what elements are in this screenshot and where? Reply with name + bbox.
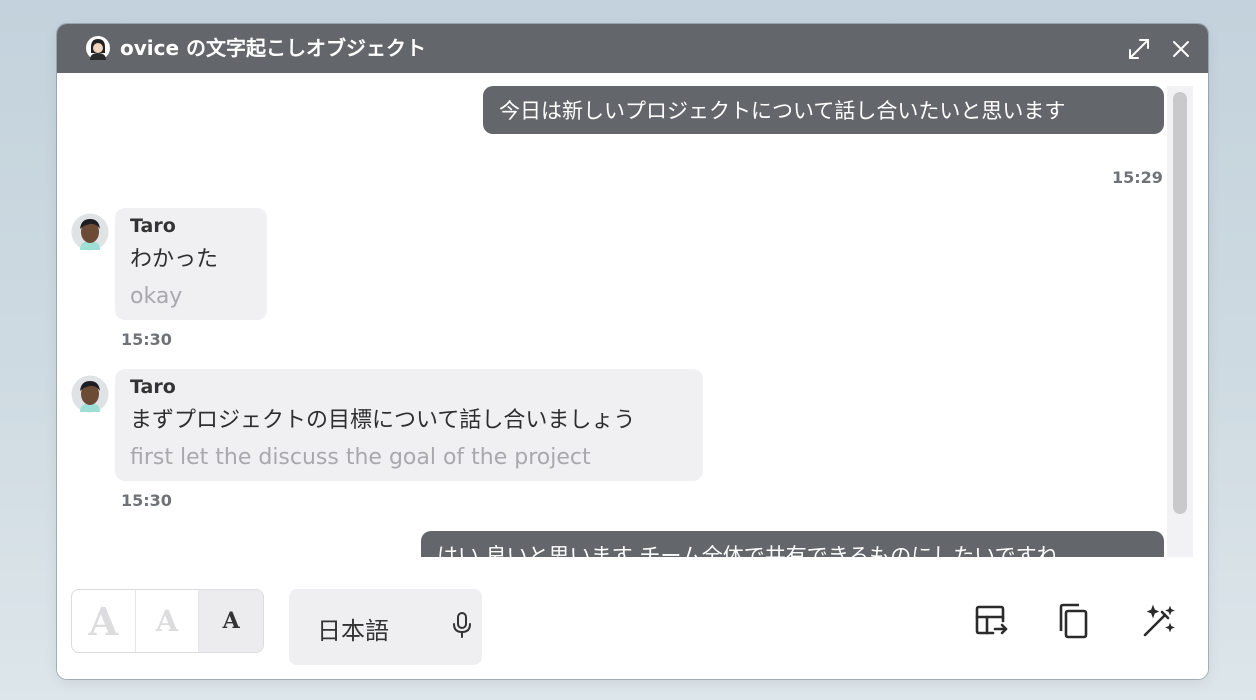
sender-name: Taro — [130, 215, 176, 237]
sender-avatar-icon — [71, 375, 109, 413]
sender-avatar-icon — [71, 213, 109, 251]
table-export-icon[interactable] — [973, 603, 1009, 639]
language-selector[interactable]: 日本語 — [289, 589, 482, 665]
sender-name: Taro — [130, 376, 176, 398]
outgoing-message: 今日は新しいプロジェクトについて話し合いたいと思います — [483, 86, 1164, 134]
message-text: 今日は新しいプロジェクトについて話し合いたいと思います — [499, 99, 1066, 123]
bottom-toolbar: A A A 日本語 — [57, 557, 1208, 679]
font-size-large-button[interactable]: A — [72, 590, 136, 652]
magic-wand-icon[interactable] — [1141, 603, 1177, 639]
message-time: 15:30 — [121, 330, 172, 349]
message-text: はい 良いと思います チーム全体で共有できるものにしたいですね — [437, 544, 1058, 557]
microphone-icon[interactable] — [452, 611, 472, 639]
message-time: 15:30 — [121, 491, 172, 510]
language-label: 日本語 — [317, 617, 389, 645]
scrollbar-thumb[interactable] — [1173, 92, 1187, 514]
font-size-medium-button[interactable]: A — [136, 590, 200, 652]
message-text: まずプロジェクトの目標について話し合いましょう — [130, 408, 636, 433]
outgoing-message: はい 良いと思います チーム全体で共有できるものにしたいですね — [421, 531, 1164, 557]
chat-area[interactable]: 今日は新しいプロジェクトについて話し合いたいと思います 15:29 Taro わ… — [57, 73, 1167, 557]
font-size-small-button[interactable]: A — [199, 590, 263, 652]
message-time: 15:29 — [1112, 168, 1163, 187]
incoming-message: Taro わかった okay — [115, 208, 267, 320]
title-bar: ovice の文字起こしオブジェクト — [57, 24, 1208, 73]
message-translation: first let the discuss the goal of the pr… — [130, 445, 591, 470]
copy-icon[interactable] — [1055, 603, 1091, 639]
close-icon[interactable] — [1168, 36, 1194, 62]
transcription-window: ovice の文字起こしオブジェクト 今日は新しいプロジェクトについて話し合いた… — [57, 24, 1208, 679]
incoming-message: Taro まずプロジェクトの目標について話し合いましょう first let t… — [115, 369, 703, 481]
user-avatar-icon — [86, 36, 110, 60]
window-title: ovice の文字起こしオブジェクト — [120, 36, 427, 60]
message-text: わかった — [130, 247, 219, 272]
font-size-selector: A A A — [71, 589, 264, 653]
message-translation: okay — [130, 284, 183, 309]
expand-icon[interactable] — [1126, 36, 1152, 62]
